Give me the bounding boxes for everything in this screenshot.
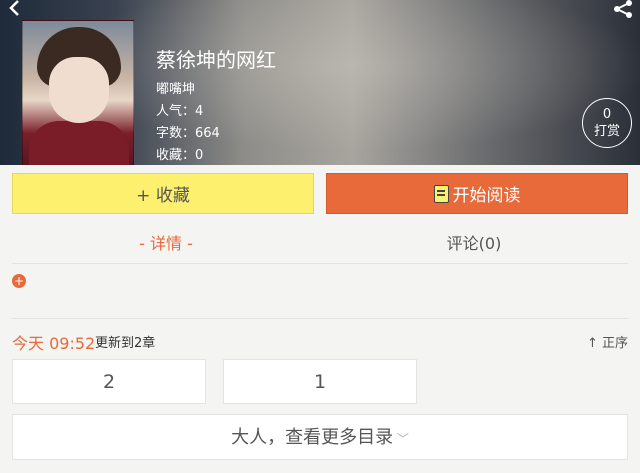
favorites-stat: 收藏：0 xyxy=(156,148,204,163)
start-reading-label: 开始阅读 xyxy=(452,186,521,206)
update-status: 更新到2章 xyxy=(95,336,156,351)
reward-label: 打赏 xyxy=(593,124,620,139)
more-toc-label: 大人，查看更多目录 xyxy=(231,427,394,448)
favorite-label: + 收藏 xyxy=(136,186,190,206)
popularity-stat: 人气：4 xyxy=(156,104,204,119)
word-count-stat: 字数：664 xyxy=(156,126,220,141)
author-name[interactable]: 嘟嘴坤 xyxy=(156,78,195,97)
detail-tabs: - 详情 - 评论(0) xyxy=(12,224,628,264)
favorite-button[interactable]: + 收藏 xyxy=(12,173,314,214)
more-toc-button[interactable]: 大人，查看更多目录 ﹀ xyxy=(12,414,628,460)
book-title: 蔡徐坤的网红 xyxy=(156,48,276,72)
reward-button[interactable]: 0 打赏 xyxy=(582,98,632,148)
section-divider xyxy=(12,318,628,319)
book-icon xyxy=(433,184,449,203)
start-reading-button[interactable]: 开始阅读 xyxy=(326,173,628,214)
back-arrow-icon[interactable] xyxy=(6,0,26,18)
chapter-item[interactable]: 1 xyxy=(223,359,417,404)
book-cover-image xyxy=(22,20,134,165)
tab-comments[interactable]: 评论(0) xyxy=(320,224,628,263)
tab-details[interactable]: - 详情 - xyxy=(12,224,320,263)
book-header: 蔡徐坤的网红 嘟嘴坤 人气：4 字数：664 收藏：0 0 打赏 xyxy=(0,0,640,165)
share-icon[interactable] xyxy=(610,0,634,18)
sort-order-toggle[interactable]: ↑ 正序 xyxy=(587,332,628,351)
chevron-down-icon: ﹀ xyxy=(393,432,409,446)
update-time: 今天 09:52 xyxy=(12,334,96,353)
reward-count: 0 xyxy=(602,107,612,122)
chapter-item[interactable]: 2 xyxy=(12,359,206,404)
expand-plus-icon[interactable]: + xyxy=(12,274,26,288)
